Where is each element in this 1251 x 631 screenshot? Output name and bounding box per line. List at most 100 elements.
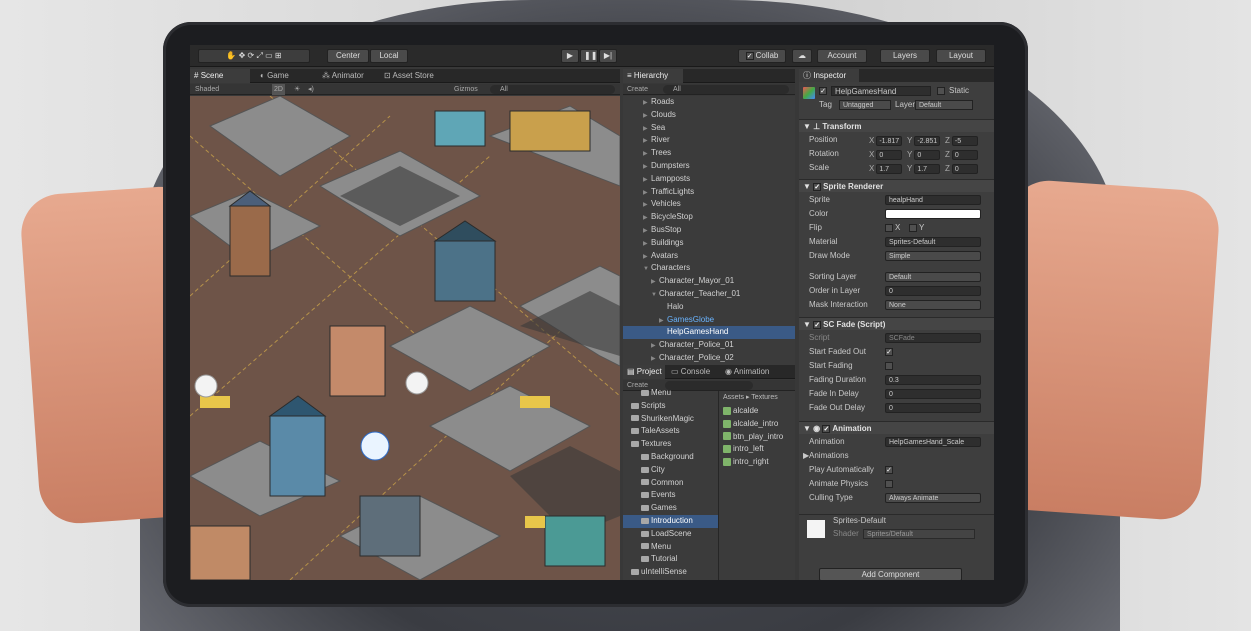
sc-fade-enabled-checkbox[interactable]: ✓	[813, 320, 822, 329]
hierarchy-item[interactable]: ▶ Dumpsters	[623, 160, 795, 173]
hierarchy-item[interactable]: ▶ Avatars	[623, 250, 795, 263]
sprite-renderer-header[interactable]: ▼ ✓ Sprite Renderer	[799, 179, 994, 192]
start-faded-out-checkbox[interactable]: ✓	[885, 348, 893, 356]
hierarchy-item[interactable]: ▶ BusStop	[623, 224, 795, 237]
play-auto-checkbox[interactable]: ✓	[885, 466, 893, 474]
hierarchy-item[interactable]: ▼ Character_Teacher_01	[623, 288, 795, 301]
static-checkbox[interactable]	[937, 87, 945, 95]
hierarchy-item[interactable]: ▼ Characters	[623, 262, 795, 275]
transform-tool-icon[interactable]: ⊞	[275, 51, 282, 60]
scale-z-field[interactable]: 0	[951, 163, 978, 174]
asset-file-item[interactable]: alcalde	[723, 405, 758, 418]
hierarchy-create-button[interactable]: Create	[627, 84, 648, 95]
hierarchy-item[interactable]: ▶ River	[623, 134, 795, 147]
project-folder-item[interactable]: ShurikenMagic	[623, 413, 718, 426]
tab-game[interactable]: ◐ Game	[256, 69, 316, 83]
position-y-field[interactable]: -2.851	[914, 135, 941, 146]
scene-viewport[interactable]	[190, 96, 620, 580]
move-tool-icon[interactable]: ✥	[239, 51, 246, 60]
collapsed-arrow-icon[interactable]: ▶	[651, 353, 659, 366]
scene-search-input[interactable]: All	[490, 85, 615, 94]
flip-y-checkbox[interactable]	[909, 223, 917, 232]
animation-clip-field[interactable]: HelpGamesHand_Scale	[885, 437, 981, 447]
collab-button[interactable]: ✓ Collab	[738, 49, 786, 63]
project-folder-item[interactable]: Menu	[623, 387, 718, 400]
project-folder-item[interactable]: Common	[623, 477, 718, 490]
rotation-y-field[interactable]: 0	[914, 149, 941, 160]
hierarchy-item[interactable]: ▶ Lampposts	[623, 173, 795, 186]
project-folder-item[interactable]: Textures	[623, 438, 718, 451]
asset-file-item[interactable]: intro_right	[723, 456, 769, 469]
scale-y-field[interactable]: 1.7	[914, 163, 941, 174]
hierarchy-item[interactable]: ▶ TrafficLights	[623, 186, 795, 199]
animate-physics-checkbox[interactable]	[885, 480, 893, 488]
project-folder-item[interactable]: Events	[623, 489, 718, 502]
tab-animation[interactable]: ◉ Animation	[721, 365, 793, 379]
hierarchy-item[interactable]: ▶ Trees	[623, 147, 795, 160]
hierarchy-item[interactable]: ▶ Character_Police_02	[623, 352, 795, 365]
active-checkbox[interactable]: ✓	[819, 87, 827, 95]
breadcrumb-textures[interactable]: Textures	[751, 394, 777, 401]
play-button[interactable]: ▶	[561, 49, 579, 63]
project-folder-item[interactable]: Tutorial	[623, 553, 718, 566]
asset-file-item[interactable]: intro_left	[723, 443, 764, 456]
audio-icon[interactable]: ◂)	[308, 84, 314, 95]
add-component-button[interactable]: Add Component	[819, 568, 962, 580]
tab-project[interactable]: ▤ Project	[623, 365, 665, 379]
culling-dropdown[interactable]: Always Animate	[885, 493, 981, 503]
tab-asset-store[interactable]: ⊡ Asset Store	[380, 69, 450, 83]
tab-animator[interactable]: ⁂ Animator	[318, 69, 378, 83]
hierarchy-item[interactable]: ▶ Sea	[623, 122, 795, 135]
project-folder-item[interactable]: City	[623, 464, 718, 477]
hierarchy-item[interactable]: ▶ Roads	[623, 96, 795, 109]
transform-header[interactable]: ▼ ⊥ Transform	[799, 119, 994, 132]
layout-dropdown[interactable]: Layout	[936, 49, 986, 63]
gizmos-dropdown[interactable]: Gizmos	[454, 84, 478, 95]
color-swatch[interactable]	[885, 209, 981, 219]
rotation-x-field[interactable]: 0	[876, 149, 903, 160]
animation-enabled-checkbox[interactable]: ✓	[822, 424, 831, 433]
draw-mode-dropdown[interactable]: Simple	[885, 251, 981, 261]
mask-dropdown[interactable]: None	[885, 300, 981, 310]
hierarchy-item[interactable]: ▶ Clouds	[623, 109, 795, 122]
position-x-field[interactable]: -1.817	[876, 135, 903, 146]
project-folder-item[interactable]: Introduction	[623, 515, 718, 528]
sprite-field[interactable]: healpHand	[885, 195, 981, 205]
project-folder-item[interactable]: LoadScene	[623, 528, 718, 541]
hierarchy-item[interactable]: ▶ Character_Mayor_01	[623, 275, 795, 288]
asset-file-item[interactable]: btn_play_intro	[723, 431, 783, 444]
pivot-local-button[interactable]: Local	[370, 49, 408, 63]
layer-dropdown[interactable]: Default	[915, 100, 973, 110]
position-z-field[interactable]: -5	[951, 135, 978, 146]
fading-duration-field[interactable]: 0.3	[885, 375, 981, 385]
hierarchy-item[interactable]: Halo	[623, 301, 795, 314]
tag-dropdown[interactable]: Untagged	[839, 100, 891, 110]
object-name-field[interactable]: HelpGamesHand	[831, 86, 931, 96]
rotate-tool-icon[interactable]: ⟳	[248, 51, 255, 60]
rotation-z-field[interactable]: 0	[951, 149, 978, 160]
hierarchy-item[interactable]: ▶ Buildings	[623, 237, 795, 250]
hierarchy-item[interactable]: ▶ Character_Police_01	[623, 339, 795, 352]
tab-scene[interactable]: # Scene	[190, 69, 250, 83]
hierarchy-item[interactable]: HelpGamesHand	[623, 326, 795, 340]
hierarchy-item[interactable]: ▶ Vehicles	[623, 198, 795, 211]
mode-2d-toggle[interactable]: 2D	[272, 84, 285, 95]
hierarchy-item[interactable]: ▶ BicycleStop	[623, 211, 795, 224]
project-folder-item[interactable]: Background	[623, 451, 718, 464]
shading-dropdown[interactable]: Shaded	[195, 84, 219, 95]
animations-row[interactable]: ▶ Animations	[799, 449, 994, 463]
step-button[interactable]: ▶|	[599, 49, 617, 63]
account-dropdown[interactable]: Account	[817, 49, 867, 63]
project-folder-item[interactable]: Games	[623, 502, 718, 515]
hierarchy-search-input[interactable]: All	[663, 85, 789, 94]
tab-console[interactable]: ▭ Console	[667, 365, 719, 379]
asset-file-item[interactable]: alcalde_intro	[723, 418, 778, 431]
sorting-layer-dropdown[interactable]: Default	[885, 272, 981, 282]
order-field[interactable]: 0	[885, 286, 981, 296]
scale-tool-icon[interactable]: ⤢	[256, 51, 262, 60]
scale-x-field[interactable]: 1.7	[876, 163, 903, 174]
sprite-renderer-enabled-checkbox[interactable]: ✓	[813, 182, 822, 191]
animation-header[interactable]: ▼ ◉ ✓ Animation	[799, 421, 994, 434]
fade-out-delay-field[interactable]: 0	[885, 403, 981, 413]
pivot-center-button[interactable]: Center	[327, 49, 369, 63]
